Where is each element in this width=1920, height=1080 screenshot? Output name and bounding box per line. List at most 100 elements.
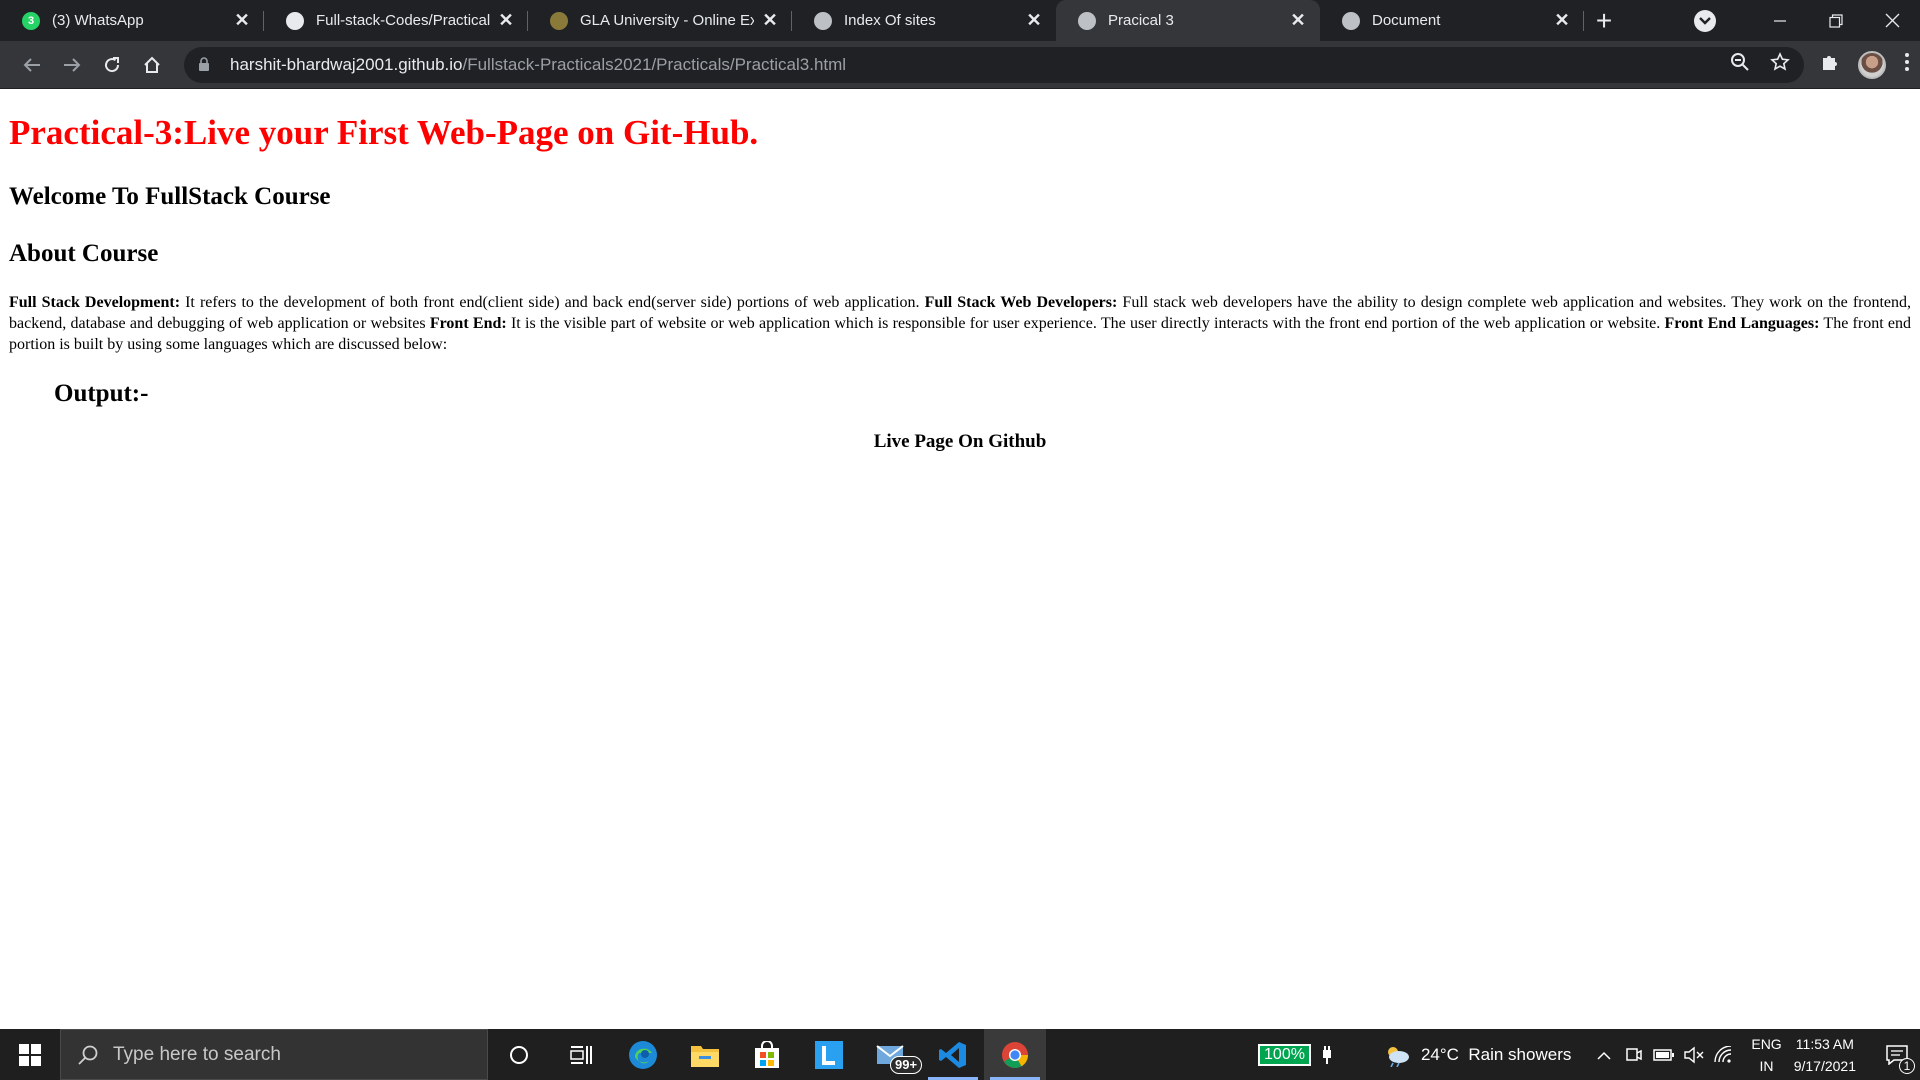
home-button[interactable]	[132, 45, 172, 85]
show-hidden-icons-button[interactable]	[1597, 1045, 1611, 1065]
term-front-end-languages: Front End Languages:	[1664, 315, 1820, 332]
browser-tab[interactable]: Pracical 3 ✕	[1056, 0, 1320, 41]
puzzle-icon	[1823, 56, 1837, 70]
url-host: harshit-bhardwaj2001.github.io	[230, 54, 463, 74]
github-icon	[286, 11, 304, 30]
l-app-icon	[815, 1040, 843, 1069]
search-placeholder: Type here to search	[113, 1043, 281, 1065]
task-view-icon	[570, 1045, 592, 1064]
arrow-left-icon	[23, 57, 40, 72]
chevron-up-icon	[1597, 1051, 1611, 1060]
reload-icon	[105, 56, 120, 72]
cortana-button[interactable]	[488, 1029, 550, 1080]
tab-close-icon[interactable]: ✕	[496, 10, 516, 31]
minimize-icon	[1774, 19, 1786, 22]
tab-close-icon[interactable]: ✕	[232, 10, 252, 31]
zoom-out-icon	[1731, 53, 1749, 71]
address-bar-actions	[1730, 52, 1790, 77]
battery-percent-indicator[interactable]: 100%	[1258, 1043, 1311, 1066]
browser-tab[interactable]: GLA University - Online Exam ✕	[528, 0, 792, 41]
kebab-menu-icon	[1905, 53, 1909, 71]
notification-center-button[interactable]: 1	[1874, 1029, 1920, 1080]
meet-now-icon[interactable]	[1625, 1046, 1643, 1064]
reload-button[interactable]	[92, 45, 132, 85]
address-bar[interactable]: harshit-bhardwaj2001.github.io/Fullstack…	[184, 46, 1804, 83]
store-taskbar-button[interactable]	[736, 1029, 798, 1080]
tab-search-button[interactable]	[1694, 9, 1716, 32]
task-view-button[interactable]	[550, 1029, 612, 1080]
weather-widget[interactable]: 24°C Rain showers	[1421, 1045, 1571, 1065]
bookmark-button[interactable]	[1770, 52, 1790, 77]
clock-time: 11:53 AM	[1795, 1035, 1854, 1052]
zoom-button[interactable]	[1730, 52, 1750, 77]
search-icon	[78, 1045, 98, 1065]
file-explorer-taskbar-button[interactable]	[674, 1029, 736, 1080]
vscode-icon	[939, 1041, 966, 1068]
tab-title: (3) WhatsApp	[52, 12, 144, 29]
edge-taskbar-button[interactable]	[612, 1029, 674, 1080]
extensions-button[interactable]	[1820, 52, 1840, 77]
lock-icon[interactable]	[198, 57, 212, 73]
input-language-indicator[interactable]: ENG IN	[1751, 1033, 1781, 1077]
profile-avatar[interactable]	[1858, 50, 1886, 79]
close-icon	[1885, 13, 1899, 28]
tab-list: 3 (3) WhatsApp ✕ Full-stack-Codes/Practical…	[0, 0, 1584, 41]
store-bag-icon	[755, 1040, 779, 1068]
minimize-button[interactable]	[1752, 0, 1808, 41]
windows-taskbar: Type here to search 99+ 100% 24°C Rain s…	[0, 1029, 1920, 1080]
def-full-stack-development: It refers to the development of both fro…	[180, 294, 925, 311]
tab-close-icon[interactable]: ✕	[1288, 10, 1308, 31]
back-button[interactable]	[12, 45, 52, 85]
cortana-circle-icon	[510, 1045, 528, 1064]
edge-icon	[629, 1040, 657, 1069]
live-page-heading: Live Page On Github	[873, 431, 1047, 452]
l-app-taskbar-button[interactable]	[798, 1029, 860, 1080]
tab-notification-count: 3	[27, 14, 35, 27]
battery-icon[interactable]	[1653, 1048, 1675, 1062]
page-title: Practical-3:Live your First Web-Page on …	[9, 113, 759, 152]
restore-button[interactable]	[1808, 0, 1864, 41]
menu-button[interactable]	[1904, 52, 1910, 77]
chrome-taskbar-button[interactable]	[984, 1029, 1046, 1080]
taskbar-search-box[interactable]: Type here to search	[60, 1029, 488, 1080]
mail-unread-badge: 99+	[890, 1056, 923, 1074]
wifi-icon[interactable]	[1713, 1045, 1733, 1064]
folder-icon	[691, 1045, 719, 1067]
vscode-taskbar-button[interactable]	[922, 1029, 984, 1080]
forward-button[interactable]	[52, 45, 92, 85]
browser-tab[interactable]: Index Of sites ✕	[792, 0, 1056, 41]
whatsapp-icon: 3	[22, 11, 40, 30]
close-window-button[interactable]	[1864, 0, 1920, 41]
new-tab-button[interactable]: +	[1584, 0, 1624, 41]
tab-close-icon[interactable]: ✕	[760, 10, 780, 31]
term-front-end: Front End:	[429, 315, 507, 332]
browser-tab[interactable]: Full-stack-Codes/Practical5 ✕	[264, 0, 528, 41]
tab-title: Index Of sites	[844, 12, 936, 29]
tab-title: Pracical 3	[1108, 12, 1174, 29]
lang-code: ENG	[1751, 1035, 1782, 1052]
weather-rain-icon[interactable]	[1383, 1043, 1411, 1067]
clock-date: 9/17/2021	[1793, 1057, 1856, 1074]
tab-close-icon[interactable]: ✕	[1552, 10, 1572, 31]
start-button[interactable]	[0, 1029, 60, 1080]
window-controls	[1694, 0, 1920, 41]
welcome-heading: Welcome To FullStack Course	[9, 183, 331, 210]
about-course-heading: About Course	[9, 240, 159, 267]
def-front-end: It is the visible part of website or web…	[506, 315, 1665, 332]
web-page-content: Practical-3:Live your First Web-Page on …	[0, 89, 1920, 1029]
restore-icon	[1829, 13, 1843, 28]
mail-taskbar-button[interactable]: 99+	[860, 1029, 923, 1080]
output-heading: Output:-	[54, 380, 149, 407]
browser-tab[interactable]: 3 (3) WhatsApp ✕	[0, 0, 264, 41]
chevron-down-icon	[1699, 16, 1711, 25]
browser-tab-strip: 3 (3) WhatsApp ✕ Full-stack-Codes/Practical…	[0, 0, 1920, 41]
volume-muted-icon[interactable]	[1683, 1046, 1705, 1064]
clock[interactable]: 11:53 AM 9/17/2021	[1794, 1033, 1856, 1077]
tab-title: GLA University - Online Exam	[580, 12, 754, 29]
home-icon	[144, 56, 160, 73]
term-full-stack-development: Full Stack Development:	[9, 294, 181, 311]
globe-icon	[1078, 11, 1096, 30]
url-path: /Fullstack-Practicals2021/Practicals/Pra…	[462, 54, 847, 74]
tab-close-icon[interactable]: ✕	[1024, 10, 1044, 31]
browser-tab[interactable]: Document ✕	[1320, 0, 1584, 41]
